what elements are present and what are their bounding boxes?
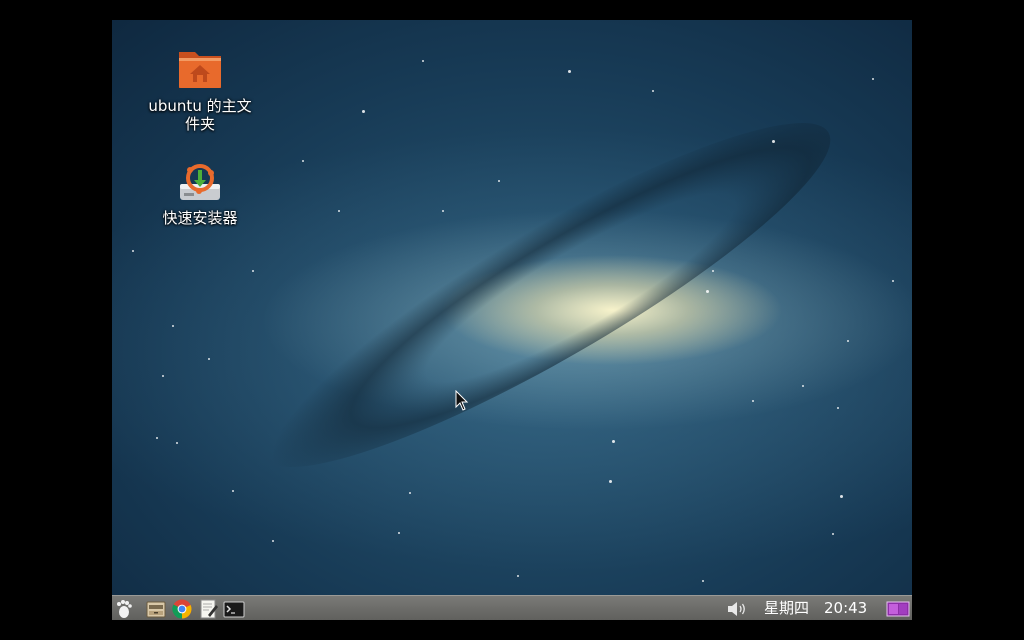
star: [498, 180, 500, 182]
star: [362, 110, 365, 113]
star: [652, 90, 654, 92]
text-editor-icon[interactable]: [199, 599, 219, 619]
desktop-screen: ubuntu 的主文 件夹 快速安装器 星期四 20:43: [112, 20, 912, 620]
terminal-icon[interactable]: [223, 599, 245, 619]
star: [162, 375, 164, 377]
star: [612, 440, 615, 443]
star: [847, 340, 849, 342]
star: [609, 480, 612, 483]
star: [422, 60, 424, 62]
chrome-icon[interactable]: [172, 599, 192, 619]
galaxy-dust-lane: [233, 76, 861, 514]
clock-time[interactable]: 20:43: [824, 600, 867, 617]
file-cabinet-icon[interactable]: [146, 599, 166, 619]
star: [156, 437, 158, 439]
star: [752, 400, 754, 402]
star: [176, 442, 178, 444]
star: [232, 490, 234, 492]
installer-icon: [176, 160, 224, 204]
star: [302, 160, 304, 162]
star: [840, 495, 843, 498]
mouse-pointer-icon: [455, 389, 469, 412]
clock-weekday[interactable]: 星期四: [764, 600, 809, 617]
foot-icon[interactable]: [115, 599, 135, 619]
workspace-switcher-icon[interactable]: [886, 599, 910, 619]
desktop-icon-home-folder[interactable]: ubuntu 的主文 件夹: [130, 48, 270, 134]
star: [252, 270, 254, 272]
quick-installer-label: 快速安装器: [162, 209, 238, 227]
home-folder-label-line2: 件夹: [184, 115, 215, 133]
star: [772, 140, 775, 143]
desktop-icon-quick-installer[interactable]: 快速安装器: [130, 160, 270, 228]
star: [272, 540, 274, 542]
star: [706, 290, 709, 293]
star: [517, 575, 519, 577]
folder-home-icon: [176, 48, 224, 92]
star: [172, 325, 174, 327]
star: [702, 580, 704, 582]
star: [132, 250, 134, 252]
star: [442, 210, 444, 212]
star: [712, 270, 714, 272]
star: [892, 280, 894, 282]
star: [802, 385, 804, 387]
volume-icon[interactable]: [726, 599, 746, 619]
star: [568, 70, 571, 73]
star: [338, 210, 340, 212]
taskbar: 星期四 20:43: [112, 595, 912, 620]
star: [832, 533, 834, 535]
home-folder-label-line1: ubuntu 的主文: [148, 97, 252, 115]
star: [208, 358, 210, 360]
star: [409, 492, 411, 494]
star: [872, 78, 874, 80]
star: [837, 407, 839, 409]
star: [398, 532, 400, 534]
